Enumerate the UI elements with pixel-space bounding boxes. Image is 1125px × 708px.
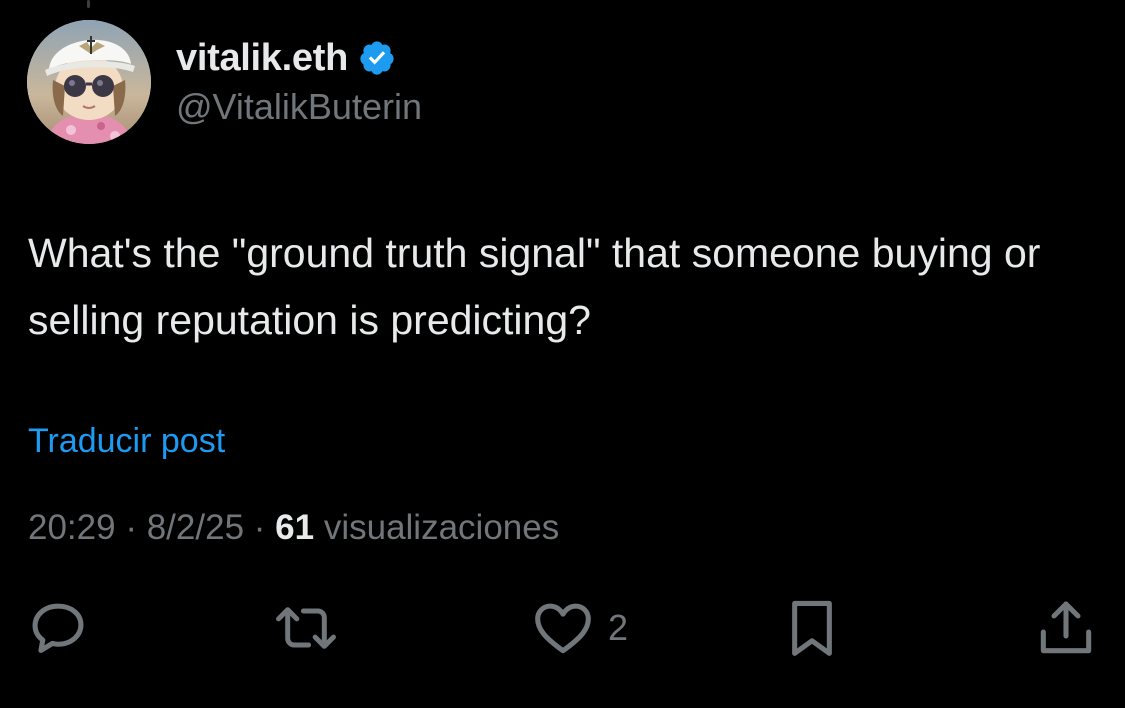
avatar[interactable] (27, 20, 151, 144)
meta-separator: · (253, 508, 266, 547)
bookmark-icon (792, 600, 832, 656)
tweet-detail: vitalik.eth @VitalikButerin What's the "… (0, 0, 1125, 708)
post-text: What's the "ground truth signal" that so… (28, 230, 1041, 343)
author-display-name[interactable]: vitalik.eth (176, 37, 348, 80)
verified-badge-icon[interactable] (358, 39, 396, 77)
author-handle[interactable]: @VitalikButerin (176, 86, 422, 128)
reply-button[interactable] (26, 596, 90, 660)
reply-icon (32, 603, 84, 653)
bookmark-button[interactable] (782, 596, 842, 660)
post-date[interactable]: 8/2/25 (147, 508, 244, 547)
thread-connector-line (87, 0, 90, 8)
repost-icon (276, 607, 336, 649)
translate-post-link[interactable]: Traducir post (28, 422, 225, 461)
share-icon (1040, 601, 1092, 654)
meta-separator: · (125, 508, 137, 547)
name-row: vitalik.eth (176, 34, 422, 82)
like-count: 2 (608, 607, 629, 648)
post-time[interactable]: 20:29 (28, 508, 116, 547)
action-bar: 2 (0, 596, 1125, 660)
share-button[interactable] (1034, 596, 1098, 660)
post-metadata: 20:29 · 8/2/25 · 61 visualizaciones (28, 508, 559, 548)
author-info: vitalik.eth @VitalikButerin (176, 34, 422, 128)
views-label[interactable]: visualizaciones (324, 508, 559, 547)
like-button[interactable]: 2 (530, 596, 628, 660)
heart-icon (535, 603, 591, 654)
views-count[interactable]: 61 (275, 508, 314, 547)
repost-button[interactable] (272, 596, 340, 660)
